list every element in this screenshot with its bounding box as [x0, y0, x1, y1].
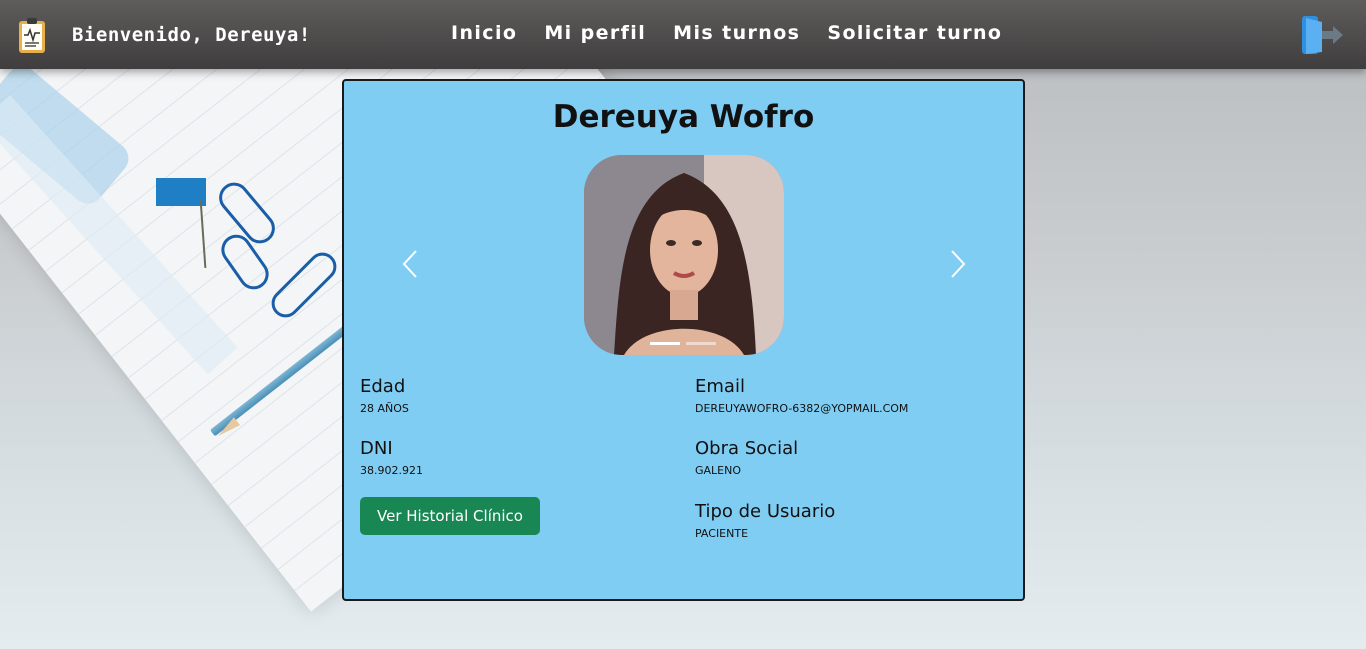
- profile-photo-image: [584, 155, 784, 355]
- profile-name: Dereuya Wofro: [552, 99, 815, 135]
- nav-mis-turnos[interactable]: Mis turnos: [673, 22, 800, 44]
- field-edad: Edad 28 AÑOS: [360, 376, 409, 415]
- field-tipo-usuario-label: Tipo de Usuario: [695, 501, 836, 522]
- nav-solicitar-turno[interactable]: Solicitar turno: [827, 22, 1002, 44]
- profile-photo: [584, 155, 784, 355]
- field-obra-social-value: GALENO: [695, 464, 742, 477]
- field-edad-label: Edad: [360, 376, 406, 397]
- profile-photo-carousel: [344, 155, 1023, 357]
- field-dni-value: 38.902.921: [360, 464, 423, 477]
- field-tipo-usuario-value: PACIENTE: [695, 527, 749, 540]
- field-dni: DNI 38.902.921: [360, 438, 423, 477]
- field-email-value: DEREUYAWOFRO-6382@YOPMAIL.COM: [695, 402, 909, 415]
- field-tipo-usuario: Tipo de Usuario PACIENTE: [695, 501, 835, 540]
- pin-flag-decoration: [156, 178, 206, 206]
- field-email-label: Email: [695, 376, 745, 397]
- main-nav: Inicio Mi perfil Mis turnos Solicitar tu…: [451, 22, 1002, 44]
- clipboard-logo-icon: [19, 18, 45, 53]
- field-edad-value: 28 AÑOS: [360, 402, 409, 415]
- field-obra-social: Obra Social GALENO: [695, 438, 798, 477]
- carousel-indicators: [650, 342, 716, 345]
- nav-inicio[interactable]: Inicio: [451, 22, 517, 44]
- field-email: Email DEREUYAWOFRO-6382@YOPMAIL.COM: [695, 376, 908, 415]
- logout-icon[interactable]: [1300, 14, 1344, 56]
- profile-card: Dereuya Wofro Edad 28 AÑOS Email DEREUYA…: [342, 79, 1025, 601]
- welcome-message: Bienvenido, Dereuya!: [72, 24, 311, 46]
- carousel-indicator-2[interactable]: [686, 342, 716, 345]
- nav-mi-perfil[interactable]: Mi perfil: [544, 22, 646, 44]
- carousel-indicator-1[interactable]: [650, 342, 680, 345]
- carousel-prev-icon[interactable]: [400, 249, 420, 279]
- field-dni-label: DNI: [360, 438, 393, 459]
- carousel-next-icon[interactable]: [948, 249, 968, 279]
- ver-historial-clinico-button[interactable]: Ver Historial Clínico: [360, 497, 540, 535]
- field-obra-social-label: Obra Social: [695, 438, 799, 459]
- top-navbar: Bienvenido, Dereuya! Inicio Mi perfil Mi…: [0, 0, 1366, 69]
